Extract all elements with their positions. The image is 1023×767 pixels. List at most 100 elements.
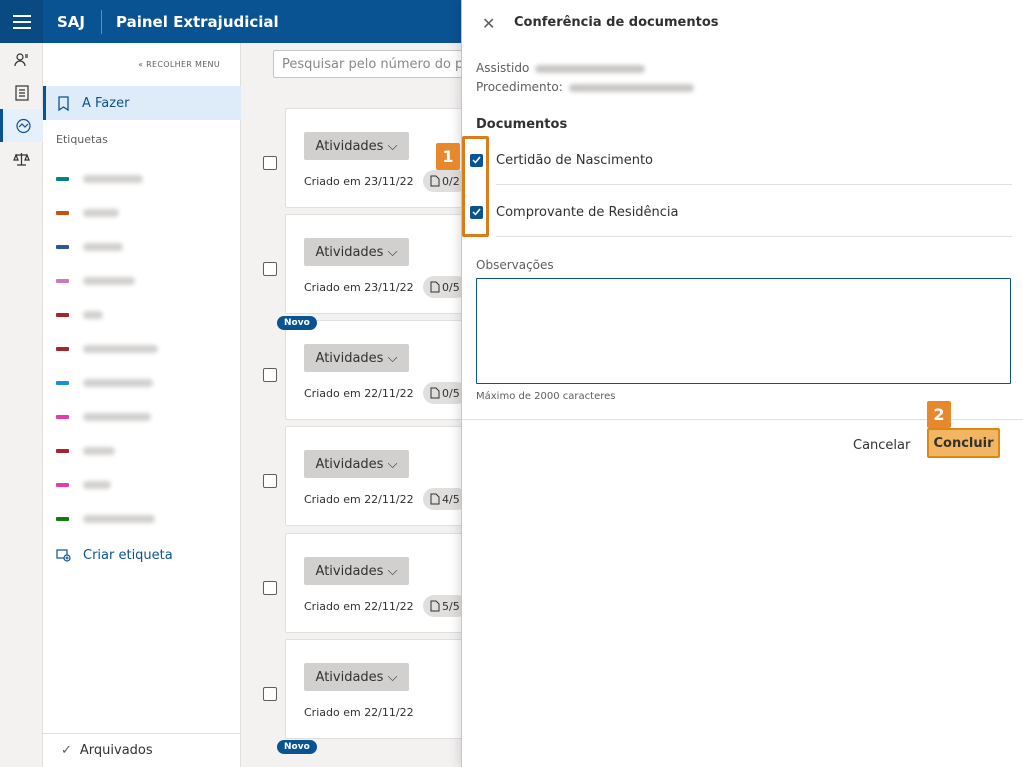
side-menu: « RECOLHER MENU A Fazer Etiquetas Criar … — [43, 43, 241, 767]
checkmark-icon: ✓ — [61, 743, 72, 758]
tag-label-redacted — [83, 243, 123, 251]
close-dialog-button[interactable]: ✕ — [482, 14, 495, 34]
activities-label: Atividades — [315, 563, 384, 579]
created-date: Criado em 22/11/22 — [304, 600, 414, 613]
tag-item[interactable] — [56, 196, 158, 230]
tag-color-bar — [56, 517, 69, 521]
collapse-menu-button[interactable]: « RECOLHER MENU — [138, 60, 220, 69]
tag-color-bar — [56, 245, 69, 249]
assistido-label: Assistido — [476, 61, 530, 75]
people-icon — [13, 52, 28, 66]
bookmark-icon — [58, 95, 69, 111]
chevron-down-icon: ⌵ — [387, 563, 398, 579]
activities-button[interactable]: Atividades ⌵ — [304, 450, 409, 478]
created-date: Criado em 23/11/22 — [304, 175, 414, 188]
cancel-button[interactable]: Cancelar — [850, 432, 913, 458]
tag-item[interactable] — [56, 332, 158, 366]
document-label: Comprovante de Residência — [496, 204, 679, 220]
documents-dialog: ✕ Conferência de documentos Assistido Pr… — [436, 0, 1023, 767]
row-checkbox[interactable] — [263, 687, 277, 701]
new-badge: Novo — [277, 740, 317, 754]
app-title: Painel Extrajudicial — [116, 12, 279, 31]
rail-scales-button[interactable] — [0, 142, 43, 175]
activities-button[interactable]: Atividades ⌵ — [304, 238, 409, 266]
handshake-icon — [15, 118, 31, 133]
activities-label: Atividades — [315, 138, 384, 154]
create-tag-label: Criar etiqueta — [83, 548, 173, 563]
row-checkbox[interactable] — [263, 474, 277, 488]
tag-label-redacted — [83, 311, 103, 319]
annotation-number-two: 2 — [927, 401, 951, 428]
tag-color-bar — [56, 313, 69, 317]
archived-label: Arquivados — [79, 743, 153, 758]
tag-label-redacted — [83, 515, 155, 523]
document-icon — [430, 281, 440, 293]
created-date: Criado em 22/11/22 — [304, 387, 414, 400]
menu-item-todo-label: A Fazer — [82, 95, 130, 111]
chevron-down-icon: ⌵ — [387, 350, 398, 366]
document-icon — [430, 600, 440, 612]
tag-color-bar — [56, 449, 69, 453]
activities-button[interactable]: Atividades ⌵ — [304, 663, 409, 691]
tag-color-bar — [56, 177, 69, 181]
hamburger-icon — [12, 13, 31, 31]
list-icon — [14, 84, 29, 101]
document-icon — [430, 387, 440, 399]
collapse-menu-label: RECOLHER MENU — [146, 60, 220, 69]
activities-button[interactable]: Atividades ⌵ — [304, 132, 409, 160]
tag-label-redacted — [83, 413, 151, 421]
row-checkbox[interactable] — [263, 368, 277, 382]
procedimento-value-redacted — [568, 83, 694, 92]
tag-item[interactable] — [56, 162, 158, 196]
tag-color-bar — [56, 211, 69, 215]
archived-link[interactable]: ✓ Arquivados — [43, 733, 241, 767]
activities-label: Atividades — [315, 350, 384, 366]
scales-icon — [13, 152, 30, 166]
rail-handshake-button[interactable] — [0, 109, 43, 142]
rail-list-button[interactable] — [0, 76, 43, 109]
tag-color-bar — [56, 381, 69, 385]
rail-people-button[interactable] — [0, 43, 43, 76]
activities-button[interactable]: Atividades ⌵ — [304, 557, 409, 585]
divider — [496, 184, 1012, 185]
conclude-button[interactable]: Concluir — [927, 428, 1000, 458]
annotation-number-one: 1 — [436, 143, 460, 170]
divider — [496, 236, 1012, 237]
activities-label: Atividades — [315, 456, 384, 472]
tag-color-bar — [56, 347, 69, 351]
assistido-value-redacted — [535, 64, 646, 73]
chevron-down-icon: ⌵ — [387, 138, 398, 154]
tag-label-redacted — [83, 379, 153, 387]
menu-item-todo[interactable]: A Fazer — [43, 86, 241, 120]
tag-label-redacted — [83, 447, 115, 455]
tag-color-bar — [56, 279, 69, 283]
created-date: Criado em 22/11/22 — [304, 706, 414, 719]
tag-item[interactable] — [56, 230, 158, 264]
char-limit-hint: Máximo de 2000 caracteres — [476, 391, 616, 402]
tag-item[interactable] — [56, 400, 158, 434]
tag-item[interactable] — [56, 298, 158, 332]
new-badge: Novo — [277, 316, 317, 330]
tag-item[interactable] — [56, 502, 158, 536]
document-count-value: 0/2 — [442, 174, 460, 188]
hamburger-menu-button[interactable] — [0, 0, 43, 43]
tag-item[interactable] — [56, 434, 158, 468]
document-count-value: 4/5 — [442, 492, 460, 506]
tag-label-redacted — [83, 175, 143, 183]
procedimento-row: Procedimento: — [476, 80, 694, 94]
row-checkbox[interactable] — [263, 581, 277, 595]
activities-button[interactable]: Atividades ⌵ — [304, 344, 409, 372]
row-checkbox[interactable] — [263, 262, 277, 276]
tag-label-redacted — [83, 277, 135, 285]
row-checkbox[interactable] — [263, 156, 277, 170]
observations-textarea[interactable] — [476, 278, 1011, 384]
tag-item[interactable] — [56, 468, 158, 502]
created-date: Criado em 23/11/22 — [304, 281, 414, 294]
tag-label-redacted — [83, 481, 111, 489]
tag-item[interactable] — [56, 366, 158, 400]
create-tag-link[interactable]: Criar etiqueta — [56, 548, 173, 563]
procedimento-label: Procedimento: — [476, 80, 563, 94]
tag-item[interactable] — [56, 264, 158, 298]
chevron-down-icon: ⌵ — [387, 669, 398, 685]
dialog-title: Conferência de documentos — [514, 15, 719, 30]
